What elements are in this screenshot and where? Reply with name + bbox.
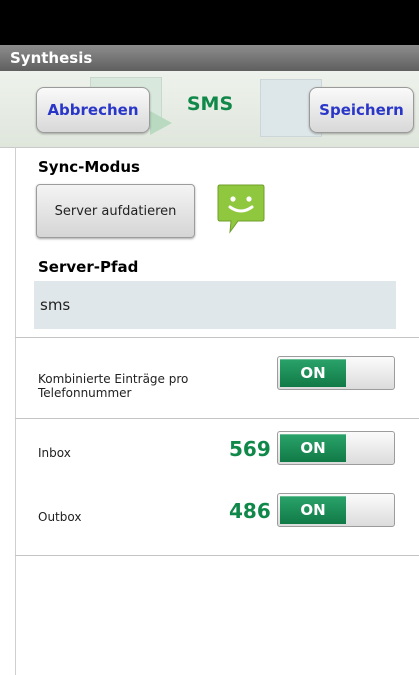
divider: [15, 418, 419, 419]
status-bar: [0, 0, 419, 45]
app-title: Synthesis: [10, 49, 93, 67]
combined-entries-toggle[interactable]: ON: [277, 356, 395, 390]
left-border-line: [15, 147, 16, 675]
sync-mode-label: Sync-Modus: [38, 158, 140, 176]
inbox-toggle[interactable]: ON: [277, 431, 395, 465]
toggle-on-label: ON: [280, 434, 346, 462]
divider: [15, 337, 419, 338]
server-path-input[interactable]: sms: [34, 281, 396, 329]
divider: [15, 555, 419, 556]
page-title: SMS: [186, 93, 234, 115]
save-button[interactable]: Speichern: [309, 87, 414, 133]
header-bar: Abbrechen SMS Speichern: [0, 71, 419, 148]
server-path-label: Server-Pfad: [38, 258, 139, 276]
combined-entries-label-line1: Kombinierte Einträge pro: [38, 372, 189, 386]
inbox-count: 569: [229, 437, 271, 461]
toggle-on-label: ON: [280, 496, 346, 524]
outbox-count: 486: [229, 499, 271, 523]
sms-smiley-icon: [216, 182, 266, 238]
sync-mode-button[interactable]: Server aufdatieren: [36, 184, 195, 238]
app-title-bar: Synthesis: [0, 45, 419, 71]
cancel-button[interactable]: Abbrechen: [36, 87, 150, 133]
outbox-label: Outbox: [38, 510, 82, 524]
combined-entries-label: Kombinierte Einträge pro Telefonnummer: [38, 372, 188, 400]
inbox-label: Inbox: [38, 446, 71, 460]
combined-entries-label-line2: Telefonnummer: [38, 386, 132, 400]
toggle-on-label: ON: [280, 359, 346, 387]
outbox-toggle[interactable]: ON: [277, 493, 395, 527]
